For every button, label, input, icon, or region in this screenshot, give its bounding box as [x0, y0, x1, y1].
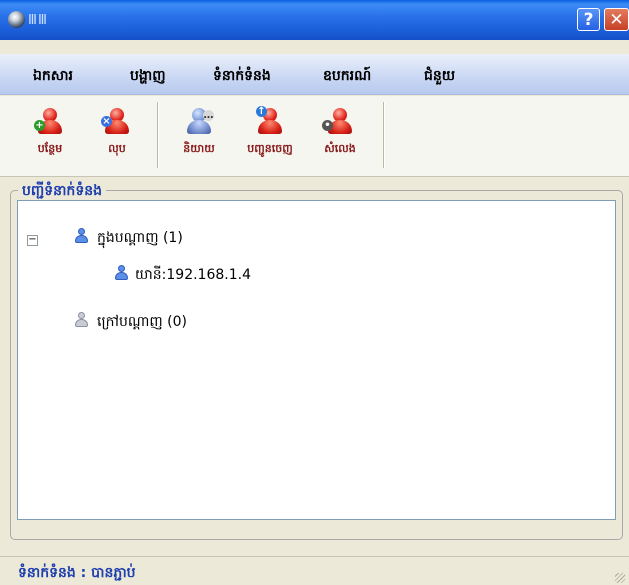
title-bar[interactable]: ⅢⅢ ? ✕ — [0, 0, 629, 40]
delete-user-icon: × — [101, 108, 131, 138]
online-group-icon — [75, 228, 88, 244]
connection-status: ទំនាក់ទំនង : បានភ្ជាប់ — [18, 565, 136, 581]
close-button[interactable]: ✕ — [604, 8, 629, 31]
app-icon[interactable] — [8, 11, 25, 28]
add-user-icon: + — [34, 108, 64, 138]
send-user-icon: ↑ — [256, 106, 284, 138]
delete-label: លុប — [108, 142, 126, 155]
chat-button[interactable]: … និយាយ — [169, 104, 229, 168]
menu-tools[interactable]: ឧបករណ៍ — [323, 66, 371, 87]
chat-label: និយាយ — [183, 142, 215, 155]
status-bar: ទំនាក់ទំនង : បានភ្ជាប់ — [0, 556, 629, 585]
window-title: ⅢⅢ — [28, 13, 48, 28]
voice-button[interactable]: • សំលេង — [310, 104, 370, 168]
tree-contact-item[interactable]: យានី:192.168.1.4 — [135, 265, 251, 286]
voice-user-icon: • — [322, 108, 354, 138]
add-contact-button[interactable]: + បន្ថែម — [20, 104, 80, 168]
menu-file[interactable]: ឯកសារ — [33, 66, 73, 87]
voice-label: សំលេង — [324, 142, 356, 155]
tree-group-online[interactable]: ក្នុងបណ្ដាញ (1) — [97, 228, 183, 249]
offline-group-icon — [75, 312, 88, 328]
help-button[interactable]: ? — [577, 8, 600, 31]
chat-user-icon: … — [185, 108, 214, 138]
contact-user-icon — [115, 265, 128, 281]
tree-group-offline[interactable]: ក្រៅបណ្ដាញ (0) — [97, 312, 187, 333]
toolbar: + បន្ថែម × លុប … និយាយ ↑ បញ្ជូនចេញ • សំល… — [0, 96, 629, 177]
menu-bar: ឯកសារ បង្ហាញ ទំនាក់ទំនង ឧបករណ៍ ជំនួយ — [0, 54, 629, 95]
toolbar-separator — [383, 102, 385, 168]
menu-contacts[interactable]: ទំនាក់ទំនង — [213, 66, 271, 87]
resize-grip-icon[interactable] — [615, 573, 625, 583]
send-label: បញ្ជូនចេញ — [247, 142, 293, 155]
menu-view[interactable]: បង្ហាញ — [130, 66, 166, 87]
add-label: បន្ថែម — [37, 142, 63, 155]
collapse-toggle[interactable]: − — [27, 235, 38, 246]
main-window: ⅢⅢ ? ✕ ឯកសារ បង្ហាញ ទំនាក់ទំនង ឧបករណ៍ ជំ… — [0, 0, 629, 585]
toolbar-separator — [157, 102, 159, 168]
delete-contact-button[interactable]: × លុប — [87, 104, 147, 168]
contact-list-title: បញ្ជីទំនាក់ទំនង — [18, 181, 106, 202]
contact-tree[interactable]: − ក្នុងបណ្ដាញ (1) យានី:192.168.1.4 ក្រៅប… — [17, 200, 616, 520]
send-file-button[interactable]: ↑ បញ្ជូនចេញ — [240, 104, 300, 168]
menu-help[interactable]: ជំនួយ — [424, 66, 455, 87]
